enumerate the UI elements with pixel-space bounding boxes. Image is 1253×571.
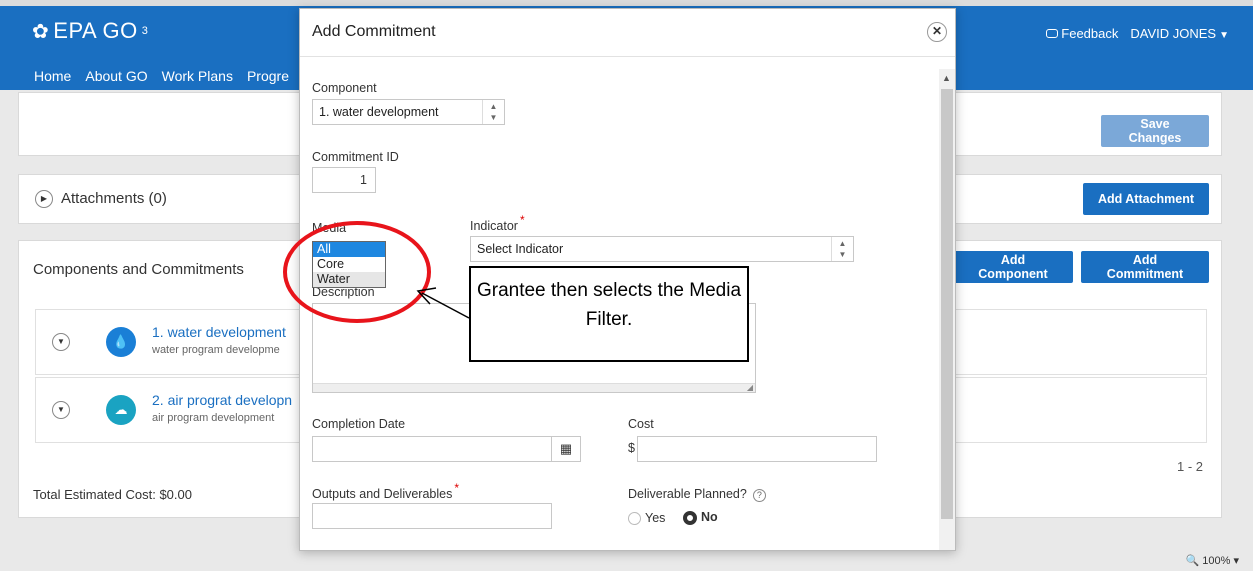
select-arrows-icon: ▲ ▼: [482, 100, 504, 124]
yes-radio[interactable]: Yes: [628, 511, 666, 526]
scrollbar-thumb[interactable]: [941, 89, 953, 519]
help-icon[interactable]: ?: [752, 489, 766, 502]
outputs-label: Outputs and Deliverables *: [312, 481, 459, 501]
cost-label: Cost: [628, 417, 654, 431]
textarea-footer: [313, 383, 755, 392]
outputs-input[interactable]: [312, 503, 552, 529]
modal-header: Add Commitment ✕: [300, 9, 955, 57]
component-select[interactable]: 1. water development ▲ ▼: [312, 99, 505, 125]
media-option-core[interactable]: Core: [313, 257, 385, 272]
water-drop-icon: 💧: [106, 327, 136, 357]
completion-date-input[interactable]: [312, 436, 552, 462]
brand-name: EPA GO: [53, 18, 138, 43]
modal-title: Add Commitment: [312, 23, 436, 40]
expand-row-icon[interactable]: ▼: [52, 333, 70, 351]
brand-logo[interactable]: ✿ EPA GO 3: [32, 18, 148, 44]
nav-work-plans[interactable]: Work Plans: [162, 68, 233, 84]
zoom-value: 100%: [1202, 555, 1231, 567]
media-label: Media: [312, 221, 347, 235]
select-arrows-icon: ▲ ▼: [831, 237, 853, 261]
brand-superscript: 3: [141, 25, 149, 37]
deliverable-planned-text: Deliverable Planned?: [628, 487, 747, 501]
close-icon[interactable]: ✕: [927, 22, 947, 42]
pagination-range: 1 - 2: [1176, 459, 1203, 474]
zoom-level[interactable]: 🔍 100% ▾: [1186, 554, 1239, 567]
header-actions: Feedback DAVID JONES ▼: [1046, 26, 1229, 41]
indicator-select[interactable]: Select Indicator ▲ ▼: [470, 236, 854, 262]
add-component-button[interactable]: Add Component: [953, 251, 1073, 283]
resize-handle-icon[interactable]: ◢: [747, 383, 753, 392]
indicator-value: Select Indicator: [477, 242, 564, 256]
scroll-up-icon[interactable]: ▲: [942, 73, 951, 83]
epa-flower-icon: ✿: [32, 20, 50, 43]
row-subtitle: water program developme: [152, 344, 280, 356]
save-changes-button[interactable]: Save Changes: [1101, 115, 1209, 147]
yes-label: Yes: [645, 511, 666, 525]
feedback-link[interactable]: Feedback: [1046, 26, 1118, 41]
row-title[interactable]: 1. water development: [152, 324, 286, 340]
row-title[interactable]: 2. air prograt developn: [152, 392, 292, 408]
caret-down-icon: ▼: [1219, 30, 1229, 41]
commitment-id-value: 1: [360, 173, 367, 187]
speech-bubble-icon: [1046, 29, 1059, 38]
calendar-icon[interactable]: ▦: [551, 436, 581, 462]
feedback-label: Feedback: [1061, 26, 1119, 41]
completion-date-label: Completion Date: [312, 417, 406, 431]
indicator-label-text: Indicator: [470, 219, 518, 233]
media-dropdown-list[interactable]: All Core Water: [312, 241, 386, 288]
cost-input[interactable]: [637, 436, 877, 462]
user-menu[interactable]: DAVID JONES ▼: [1130, 26, 1229, 41]
radio-unchecked-icon: [628, 512, 641, 526]
expand-attachments-icon[interactable]: ▶: [35, 190, 53, 208]
required-marker: *: [454, 481, 460, 495]
row-subtitle: air program development: [152, 412, 275, 424]
total-estimated-cost: Total Estimated Cost: $0.00: [33, 487, 192, 502]
indicator-label: Indicator *: [470, 213, 525, 233]
deliverable-planned-label: Deliverable Planned??: [628, 487, 766, 502]
main-nav: Home About GO Work Plans Progre: [34, 68, 289, 84]
no-radio[interactable]: No: [683, 510, 718, 525]
radio-checked-icon: [683, 510, 697, 525]
modal-scrollbar[interactable]: ▲: [939, 69, 955, 550]
user-name: DAVID JONES: [1130, 26, 1217, 41]
expand-row-icon[interactable]: ▼: [52, 401, 70, 419]
media-option-all[interactable]: All: [313, 242, 385, 257]
cost-prefix: $: [628, 441, 635, 455]
components-label: Components and Commitments: [33, 261, 244, 278]
component-value: 1. water development: [319, 105, 439, 119]
outputs-label-text: Outputs and Deliverables: [312, 487, 453, 501]
nav-progress[interactable]: Progre: [247, 68, 289, 84]
nav-home[interactable]: Home: [34, 68, 71, 84]
cloud-icon: ☁: [106, 395, 136, 425]
required-marker: *: [519, 213, 525, 227]
commitment-id-input[interactable]: 1: [312, 167, 376, 193]
media-option-water[interactable]: Water: [313, 272, 385, 287]
nav-about-go[interactable]: About GO: [85, 68, 147, 84]
add-commitment-button[interactable]: Add Commitment: [1081, 251, 1209, 283]
attachments-label: Attachments (0): [61, 190, 167, 207]
add-attachment-button[interactable]: Add Attachment: [1083, 183, 1209, 215]
no-label: No: [701, 510, 718, 524]
magnifier-icon: 🔍: [1185, 555, 1200, 567]
commitment-id-label: Commitment ID: [312, 150, 399, 164]
instruction-callout: Grantee then selects the Media Filter.: [469, 266, 749, 362]
component-label: Component: [312, 81, 377, 95]
